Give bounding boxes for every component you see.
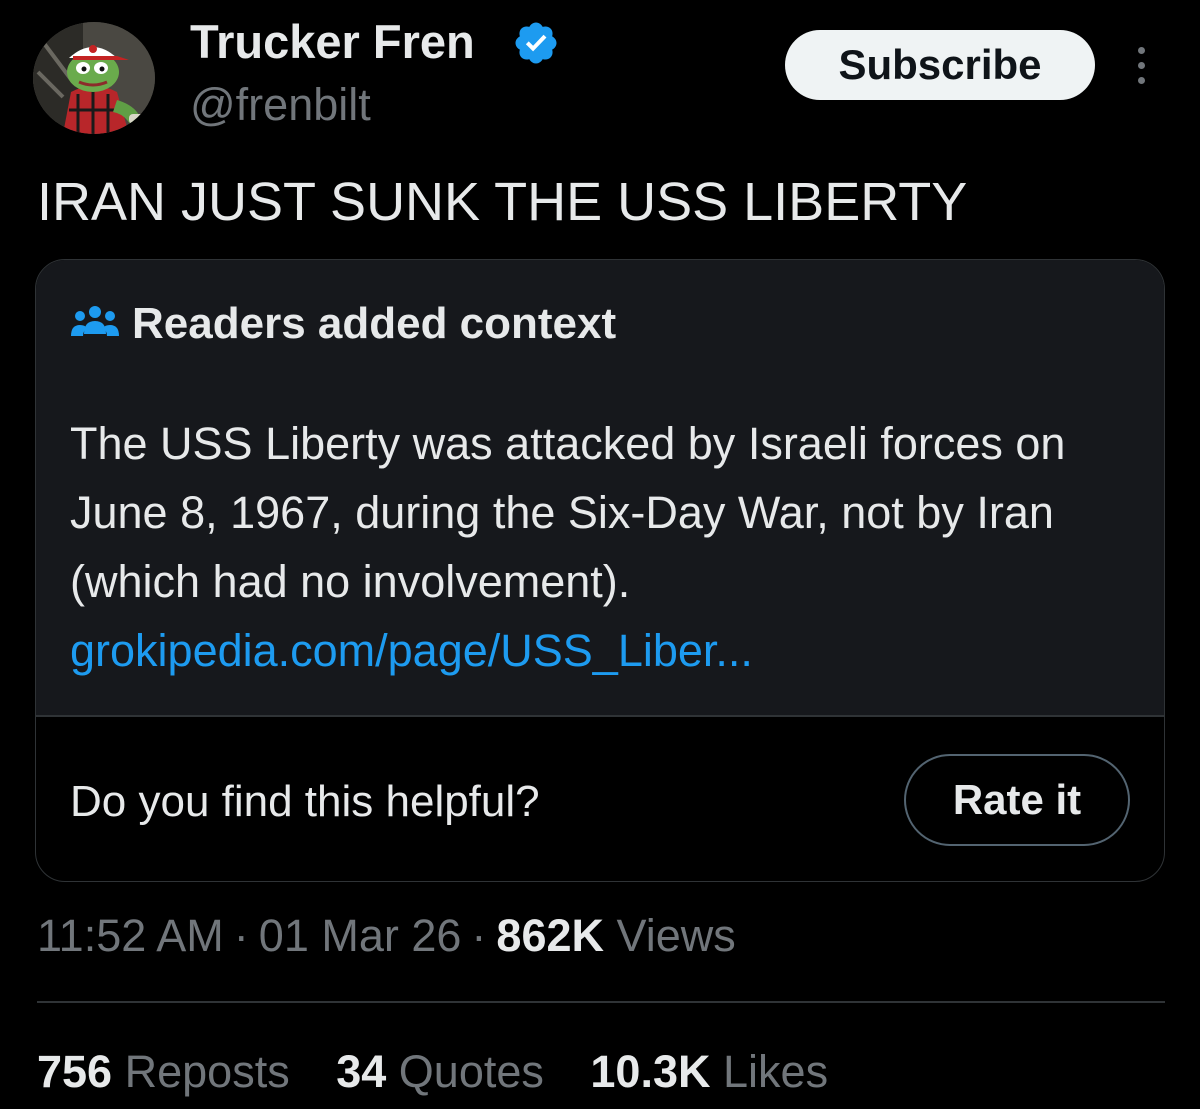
quotes-label: Quotes	[398, 1046, 544, 1097]
community-note-link[interactable]: grokipedia.com/page/USS_Liber...	[70, 616, 1150, 685]
quotes-count: 34	[336, 1046, 387, 1097]
rate-it-button[interactable]: Rate it	[904, 754, 1130, 846]
views-count[interactable]: 862K	[496, 910, 604, 961]
community-note-text: The USS Liberty was attacked by Israeli …	[70, 418, 1066, 607]
verified-badge-icon	[515, 22, 557, 64]
community-note-header[interactable]: Readers added context	[36, 260, 1164, 389]
author-display-name[interactable]: Trucker Fren	[190, 14, 475, 70]
views-label: Views	[616, 910, 736, 961]
frog-trucker-avatar-icon	[33, 22, 155, 134]
tweet-detail: Trucker Fren @frenbilt Subscribe IRAN JU…	[0, 0, 1200, 1109]
engagement-stats: 756 Reposts 34 Quotes 10.3K Likes	[37, 1043, 862, 1101]
reposts-stat[interactable]: 756 Reposts	[37, 1043, 290, 1101]
reposts-label: Reposts	[124, 1046, 290, 1097]
community-note-divider	[36, 715, 1164, 717]
more-dot	[1137, 61, 1145, 69]
tweet-text: IRAN JUST SUNK THE USS LIBERTY	[37, 172, 968, 232]
helpful-prompt: Do you find this helpful?	[70, 777, 540, 826]
subscribe-button[interactable]: Subscribe	[785, 30, 1095, 100]
tweet-date[interactable]: 01 Mar 26	[259, 910, 462, 961]
reposts-count: 756	[37, 1046, 113, 1097]
author-handle[interactable]: @frenbilt	[190, 78, 371, 132]
community-note-body: The USS Liberty was attacked by Israeli …	[36, 389, 1164, 715]
more-dot	[1137, 46, 1145, 54]
likes-count: 10.3K	[590, 1046, 711, 1097]
likes-stat[interactable]: 10.3K Likes	[590, 1043, 828, 1101]
avatar[interactable]	[33, 22, 155, 134]
meta-separator: ·	[233, 910, 249, 961]
tweet-meta: 11:52 AM · 01 Mar 26 · 862K Views	[37, 908, 736, 964]
meta-separator: ·	[471, 910, 487, 961]
quotes-stat[interactable]: 34 Quotes	[336, 1043, 544, 1101]
people-icon	[71, 306, 119, 336]
more-dot	[1137, 76, 1145, 84]
community-note: Readers added context The USS Liberty wa…	[35, 259, 1165, 882]
likes-label: Likes	[723, 1046, 829, 1097]
community-note-title: Readers added context	[132, 299, 617, 348]
community-note-text-block: The USS Liberty was attacked by Israeli …	[70, 409, 1150, 685]
meta-divider	[37, 1001, 1165, 1003]
more-vertical-icon[interactable]	[1126, 40, 1156, 90]
tweet-time[interactable]: 11:52 AM	[37, 910, 224, 961]
